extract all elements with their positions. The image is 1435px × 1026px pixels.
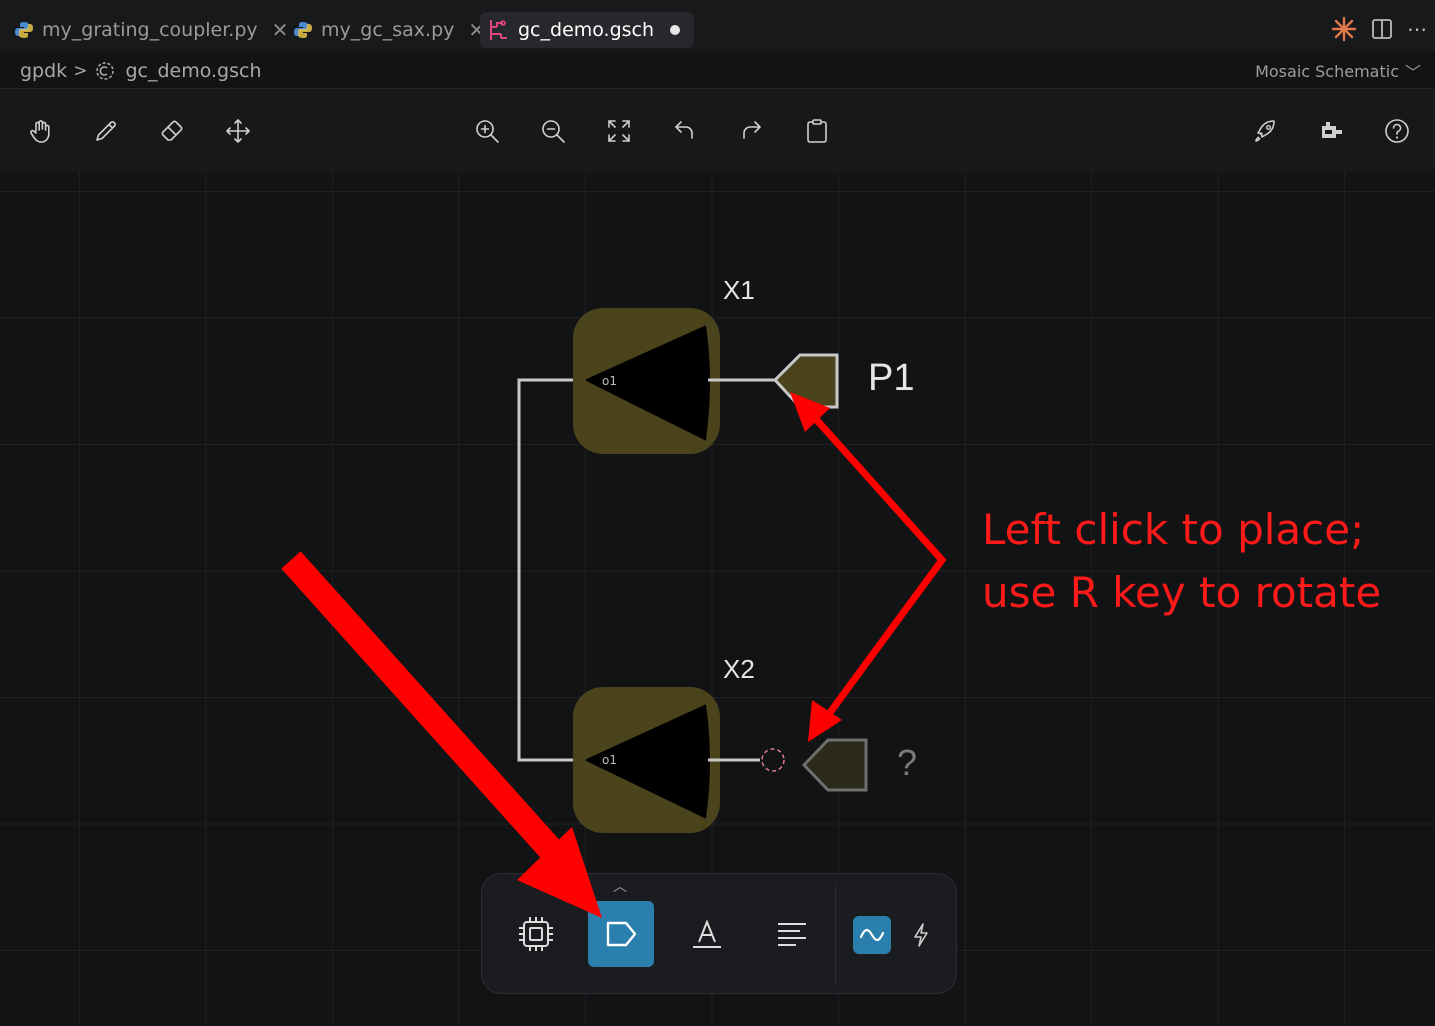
clipboard-button[interactable] (795, 109, 839, 153)
breadcrumb-root[interactable]: gpdk (20, 60, 67, 82)
more-actions-icon[interactable]: ⋯ (1407, 19, 1427, 39)
tab-label: gc_demo.gsch (518, 19, 655, 41)
wire[interactable] (517, 378, 586, 762)
zoom-in-button[interactable] (465, 109, 509, 153)
chevron-down-icon: ﹀ (1404, 63, 1421, 82)
undo-button[interactable] (663, 109, 707, 153)
split-editor-icon[interactable] (1371, 18, 1393, 40)
tab-my-gc-sax[interactable]: my_gc_sax.py ✕ (293, 12, 485, 48)
eraser-tool-button[interactable] (150, 109, 194, 153)
place-port-button[interactable] (588, 901, 654, 967)
ghost-port-label: ? (897, 742, 917, 783)
zoom-in-icon (476, 120, 499, 143)
instance-label-x2: X2 (723, 654, 755, 684)
rocket-icon (1255, 120, 1275, 142)
undo-icon (675, 121, 693, 139)
port-p1[interactable] (772, 353, 839, 409)
fit-view-icon (608, 120, 630, 142)
toolbar (0, 88, 1435, 174)
place-text-button[interactable] (674, 901, 740, 967)
tool-palette: ︿ (481, 873, 957, 994)
electrical-toggle-button[interactable] (906, 916, 936, 954)
unsaved-dot-icon[interactable] (670, 25, 681, 35)
eraser-icon (161, 120, 183, 141)
python-icon (15, 22, 33, 38)
fit-view-button[interactable] (597, 109, 641, 153)
move-icon (226, 119, 250, 143)
help-icon (1385, 119, 1409, 143)
port-icon (606, 921, 637, 947)
annotation-line-2: use R key to rotate (982, 568, 1382, 617)
schematic-icon (490, 20, 507, 40)
pencil-icon (96, 121, 116, 141)
chip-icon (519, 917, 553, 951)
move-tool-button[interactable] (216, 109, 260, 153)
redo-button[interactable] (729, 109, 773, 153)
zoom-out-button[interactable] (531, 109, 575, 153)
simulation-toggle-button[interactable] (853, 916, 891, 954)
wave-icon (859, 928, 885, 942)
port-label-p1: P1 (868, 357, 914, 399)
chevron-right-icon: > (73, 61, 88, 81)
tab-label: my_gc_sax.py (321, 19, 455, 41)
window-actions: ⋯ (1331, 16, 1427, 42)
clipboard-icon (807, 119, 827, 143)
tab-gc-demo[interactable]: gc_demo.gsch (480, 12, 695, 48)
breadcrumb: gpdk > gc_demo.gsch (20, 57, 261, 85)
bolt-icon (914, 923, 928, 947)
breadcrumb-file[interactable]: gc_demo.gsch (125, 60, 261, 82)
zoom-out-icon (542, 120, 565, 143)
align-icon (778, 923, 806, 946)
tab-label: my_grating_coupler.py (42, 19, 258, 41)
hand-icon (30, 120, 50, 143)
instance-port-label: o1 (602, 374, 617, 388)
place-component-button[interactable] (503, 901, 569, 967)
palette-divider (835, 886, 836, 982)
annotation-line-1: Left click to place; (982, 505, 1365, 554)
chevron-up-icon[interactable]: ︿ (613, 876, 627, 896)
component-icon (1322, 122, 1342, 138)
align-button[interactable] (759, 901, 825, 967)
hand-tool-button[interactable] (19, 109, 63, 153)
component-file-icon (96, 62, 115, 80)
editor-mode-label: Mosaic Schematic (1255, 61, 1399, 81)
ghost-port[interactable] (801, 738, 868, 792)
text-icon (693, 919, 721, 948)
pencil-tool-button[interactable] (84, 109, 128, 153)
run-button[interactable] (1243, 109, 1287, 153)
python-icon (294, 22, 312, 38)
instance-port-label: o1 (602, 753, 617, 767)
component-button[interactable] (1309, 109, 1353, 153)
snap-target-icon (761, 748, 785, 772)
annotation-text: Left click to place; use R key to rotate (982, 498, 1381, 624)
tab-bar: my_grating_coupler.py ✕ my_gc_sax.py ✕ g… (0, 0, 1435, 52)
tab-my-grating-coupler[interactable]: my_grating_coupler.py ✕ (14, 12, 288, 48)
close-icon[interactable]: ✕ (272, 18, 289, 42)
help-button[interactable] (1375, 109, 1419, 153)
editor-mode-selector[interactable]: Mosaic Schematic ﹀ (1255, 59, 1421, 83)
redo-icon (743, 121, 761, 139)
instance-label-x1: X1 (723, 275, 755, 305)
sparkle-icon[interactable] (1331, 16, 1357, 42)
